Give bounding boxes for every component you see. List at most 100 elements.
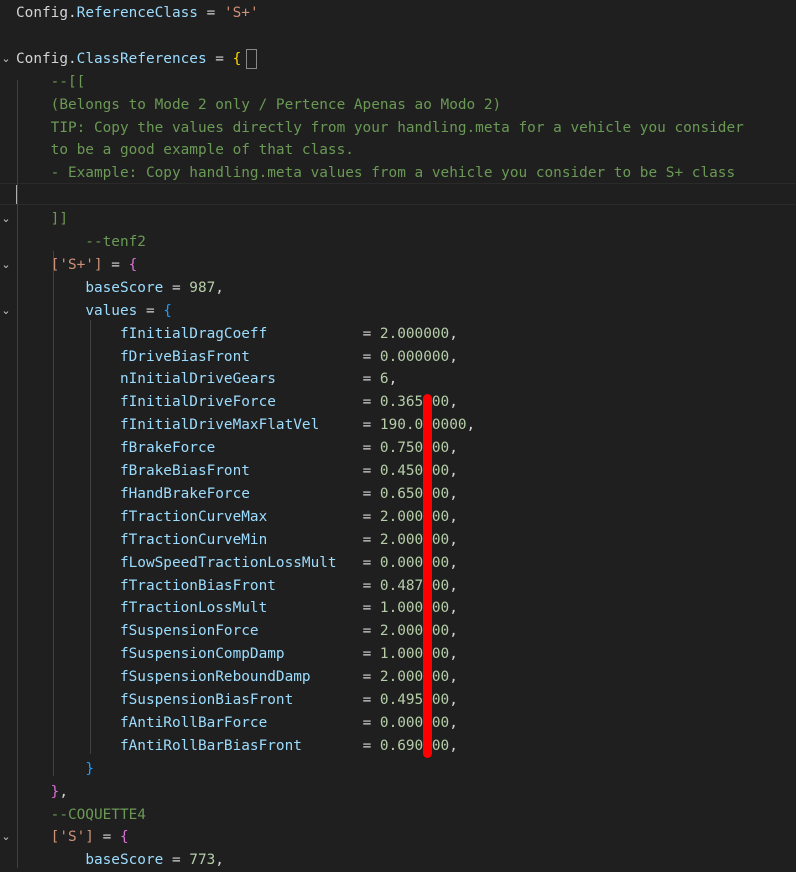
code-token: = — [353, 577, 380, 594]
code-line[interactable]: fAntiRollBarBiasFront = 0.690000, — [0, 735, 796, 758]
code-token: , — [449, 737, 458, 754]
code-token: , — [449, 554, 458, 571]
code-line[interactable]: ⌄ ]] — [0, 208, 796, 231]
code-text: fAntiRollBarBiasFront = 0.690000, — [16, 735, 458, 758]
code-text: fInitialDriveForce = 0.365000, — [16, 391, 458, 414]
code-line[interactable]: ⌄ ['S+'] = { — [0, 254, 796, 277]
code-line[interactable]: fDriveBiasFront = 0.000000, — [0, 346, 796, 369]
code-token: fInitialDriveForce — [119, 394, 354, 411]
code-line[interactable]: fInitialDriveForce = 0.365000, — [0, 391, 796, 414]
fold-chevron-icon[interactable]: ⌄ — [0, 300, 12, 323]
code-line[interactable]: fTractionBiasFront = 0.487000, — [0, 575, 796, 598]
code-line[interactable]: ⌄ Config.ClassReferences = { — [0, 48, 796, 71]
code-line[interactable] — [0, 25, 796, 48]
code-token: fAntiRollBarForce — [119, 714, 354, 731]
code-line[interactable] — [0, 185, 796, 208]
code-editor[interactable]: Config.ReferenceClass = 'S+' ⌄ Config.Clas… — [0, 0, 796, 868]
code-text: (Belongs to Mode 2 only / Pertence Apena… — [16, 94, 502, 117]
code-text: fBrakeBiasFront = 0.450000, — [16, 460, 458, 483]
code-token: = — [353, 600, 380, 617]
code-token: = — [93, 829, 120, 846]
code-line[interactable]: fHandBrakeForce = 0.650000, — [0, 483, 796, 506]
code-line[interactable]: to be a good example of that class. — [0, 139, 796, 162]
code-line[interactable]: nInitialDriveGears = 6, — [0, 368, 796, 391]
code-text: --COQUETTE4 — [16, 804, 146, 827]
code-line[interactable]: fBrakeBiasFront = 0.450000, — [0, 460, 796, 483]
red-annotation-stroke — [423, 394, 432, 758]
code-token: fTractionCurveMin — [119, 531, 354, 548]
code-line[interactable]: ⌄ values = { — [0, 300, 796, 323]
code-text: fBrakeForce = 0.750000, — [16, 437, 458, 460]
code-line[interactable]: (Belongs to Mode 2 only / Pertence Apena… — [0, 94, 796, 117]
code-line[interactable]: fTractionCurveMin = 2.000000, — [0, 529, 796, 552]
code-token: 0.750000 — [379, 440, 450, 457]
code-token: fSuspensionCompDamp — [119, 646, 354, 663]
code-line[interactable]: fTractionLossMult = 1.000000, — [0, 597, 796, 620]
code-line[interactable]: }, — [0, 781, 796, 804]
code-token: , — [449, 508, 458, 525]
code-token: , — [449, 692, 458, 708]
code-line[interactable]: fInitialDriveMaxFlatVel = 190.000000, — [0, 414, 796, 437]
code-text: } — [16, 758, 94, 781]
code-token: fAntiRollBarBiasFront — [119, 737, 354, 754]
fold-chevron-icon[interactable]: ⌄ — [0, 48, 12, 71]
code-line[interactable]: ⌄ ['S'] = { — [0, 826, 796, 849]
code-token: = — [353, 440, 380, 457]
code-text: nInitialDriveGears = 6, — [16, 368, 397, 391]
code-line[interactable]: --[[ — [0, 71, 796, 94]
code-line[interactable]: --tenf2 — [0, 231, 796, 254]
code-line[interactable]: } — [0, 758, 796, 781]
code-token: fSuspensionReboundDamp — [119, 669, 354, 686]
code-line[interactable]: fAntiRollBarForce = 0.000000, — [0, 712, 796, 735]
code-line[interactable]: fLowSpeedTractionLossMult = 0.000000, — [0, 552, 796, 575]
code-text: baseScore = 987, — [16, 277, 224, 300]
code-token: fSuspensionBiasFront — [119, 692, 354, 708]
code-token: fInitialDragCoeff — [119, 325, 354, 342]
code-line[interactable]: fSuspensionReboundDamp = 2.000000, — [0, 666, 796, 689]
code-token: fHandBrakeForce — [119, 485, 354, 502]
code-token: = — [197, 5, 224, 21]
fold-chevron-icon[interactable]: ⌄ — [0, 208, 12, 231]
fold-chevron-icon[interactable]: ⌄ — [0, 826, 12, 849]
code-line[interactable]: --COQUETTE4 — [0, 804, 796, 827]
code-token: fDriveBiasFront — [119, 348, 354, 365]
code-line[interactable]: fInitialDragCoeff = 2.000000, — [0, 323, 796, 346]
code-text: fSuspensionCompDamp = 1.000000, — [16, 643, 458, 666]
code-line[interactable]: fSuspensionBiasFront = 0.495000, — [0, 689, 796, 712]
code-line[interactable]: baseScore = 773, — [0, 849, 796, 872]
code-line[interactable]: - Example: Copy handling.meta values fro… — [0, 162, 796, 185]
code-token: values — [85, 302, 138, 319]
code-token: 0.365000 — [379, 394, 450, 411]
code-line[interactable]: fBrakeForce = 0.750000, — [0, 437, 796, 460]
code-text: to be a good example of that class. — [16, 139, 354, 162]
code-text: values = { — [16, 300, 172, 323]
code-line[interactable]: fSuspensionForce = 2.000000, — [0, 620, 796, 643]
code-token: , — [215, 279, 224, 296]
code-line[interactable]: baseScore = 987, — [0, 277, 796, 300]
code-token: = — [353, 669, 380, 686]
code-line[interactable]: TIP: Copy the values directly from your … — [0, 117, 796, 140]
fold-chevron-icon[interactable]: ⌄ — [0, 254, 12, 277]
code-token: , — [449, 440, 458, 457]
code-line[interactable]: fTractionCurveMax = 2.000000, — [0, 506, 796, 529]
code-token: = — [353, 692, 380, 708]
code-token: = — [353, 394, 380, 411]
code-token: 1.000000 — [379, 600, 450, 617]
code-line[interactable]: fSuspensionCompDamp = 1.000000, — [0, 643, 796, 666]
code-token: { — [163, 302, 172, 319]
code-token: --tenf2 — [16, 234, 146, 250]
code-text: Config.ReferenceClass = 'S+' — [16, 2, 259, 25]
code-token: , — [449, 531, 458, 548]
code-text: baseScore = 773, — [16, 849, 224, 872]
code-line[interactable]: Config.ReferenceClass = 'S+' — [0, 2, 796, 25]
